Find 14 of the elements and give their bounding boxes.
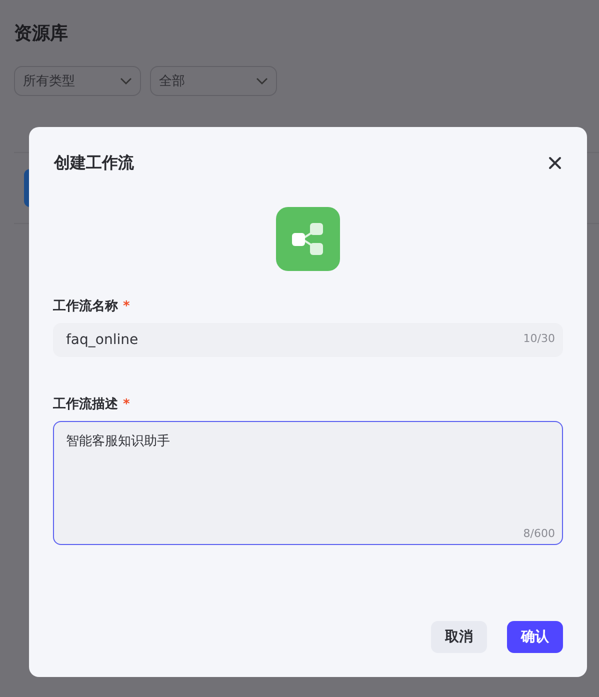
cancel-button[interactable]: 取消 — [431, 621, 487, 653]
required-mark: * — [123, 397, 130, 412]
workflow-icon — [276, 207, 340, 271]
chevron-down-icon — [120, 77, 132, 85]
character-counter: 10/30 — [523, 332, 555, 345]
chevron-down-icon — [256, 77, 268, 85]
dialog-title: 创建工作流 — [54, 152, 134, 174]
required-mark: * — [123, 299, 130, 314]
confirm-button[interactable]: 确认 — [507, 621, 563, 653]
page-title: 资源库 — [14, 22, 69, 46]
field-label: 工作流名称 — [53, 298, 118, 316]
character-counter: 8/600 — [523, 527, 555, 540]
close-button[interactable] — [547, 155, 563, 171]
field-label: 工作流描述 — [53, 396, 118, 414]
